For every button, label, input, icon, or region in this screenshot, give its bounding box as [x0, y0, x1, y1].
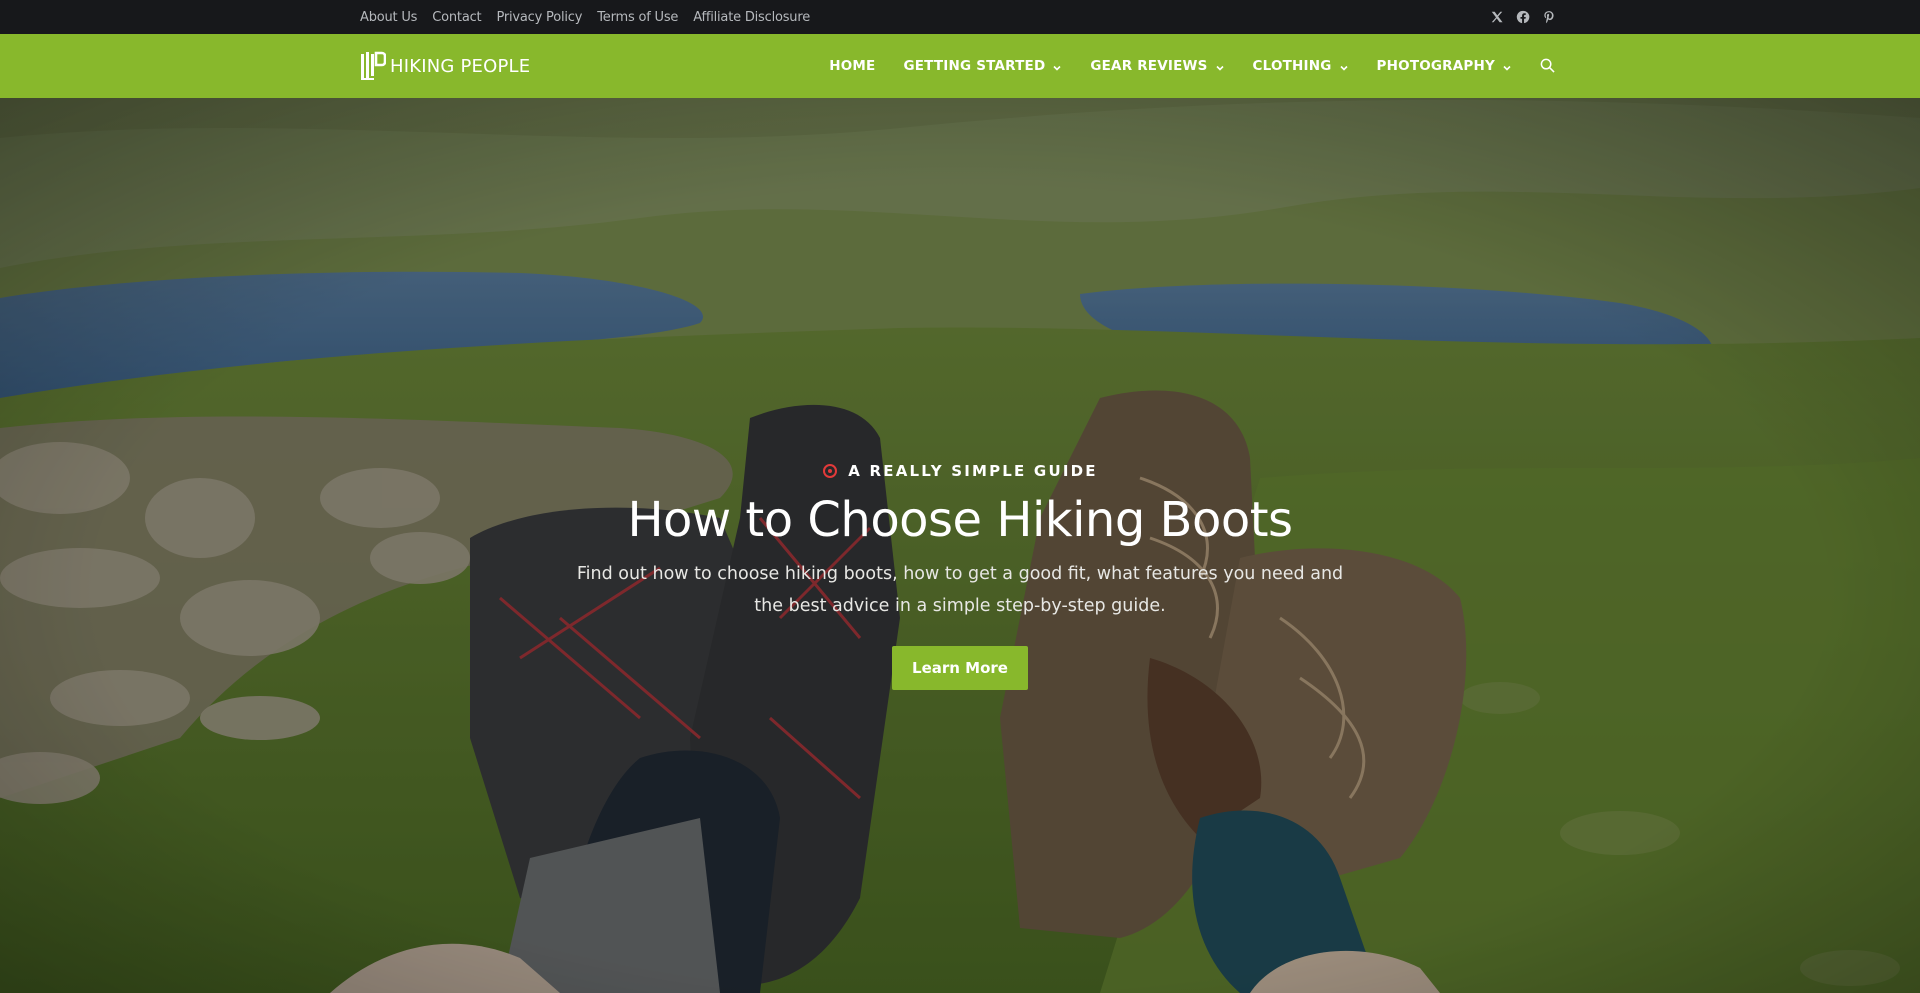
- nav-item-label: GEAR REVIEWS: [1090, 58, 1208, 74]
- hero-section: A REALLY SIMPLE GUIDE How to Choose Hiki…: [0, 98, 1920, 993]
- primary-menu: HOME GETTING STARTED GEAR REVIEWS CLOTHI…: [801, 58, 1560, 74]
- nav-item-label: GETTING STARTED: [903, 58, 1046, 74]
- logo-mark-icon: [360, 51, 387, 81]
- nav-item-photography[interactable]: PHOTOGRAPHY: [1377, 58, 1512, 74]
- chevron-down-icon: [1052, 61, 1062, 71]
- hero-content: A REALLY SIMPLE GUIDE How to Choose Hiki…: [0, 462, 1920, 690]
- chevron-down-icon: [1339, 61, 1349, 71]
- learn-more-button[interactable]: Learn More: [892, 646, 1028, 690]
- contact-link[interactable]: Contact: [432, 10, 481, 25]
- hero-eyebrow: A REALLY SIMPLE GUIDE: [822, 462, 1097, 480]
- terms-of-use-link[interactable]: Terms of Use: [597, 10, 678, 25]
- chevron-down-icon: [1215, 61, 1225, 71]
- facebook-icon[interactable]: [1516, 10, 1530, 24]
- x-icon[interactable]: [1490, 10, 1504, 24]
- map-pin-icon: [822, 463, 838, 479]
- utility-links: About Us Contact Privacy Policy Terms of…: [360, 10, 810, 25]
- logo-text: HIKING PEOPLE: [390, 55, 531, 77]
- hero-description: Find out how to choose hiking boots, how…: [576, 564, 1344, 616]
- nav-item-label: CLOTHING: [1252, 58, 1332, 74]
- pinterest-icon[interactable]: [1542, 10, 1556, 24]
- main-navigation: HIKING PEOPLE HOME GETTING STARTED GEAR …: [0, 34, 1920, 98]
- social-links: [1490, 10, 1556, 24]
- search-icon[interactable]: [1540, 58, 1556, 74]
- nav-item-label: HOME: [829, 58, 876, 74]
- chevron-down-icon: [1502, 61, 1512, 71]
- nav-item-getting-started[interactable]: GETTING STARTED: [903, 58, 1062, 74]
- affiliate-disclosure-link[interactable]: Affiliate Disclosure: [693, 10, 810, 25]
- about-us-link[interactable]: About Us: [360, 10, 417, 25]
- site-logo[interactable]: HIKING PEOPLE: [360, 51, 530, 81]
- hero-eyebrow-text: A REALLY SIMPLE GUIDE: [848, 462, 1098, 480]
- nav-item-label: PHOTOGRAPHY: [1376, 58, 1495, 74]
- nav-item-home[interactable]: HOME: [829, 58, 875, 74]
- nav-item-gear-reviews[interactable]: GEAR REVIEWS: [1090, 58, 1224, 74]
- privacy-policy-link[interactable]: Privacy Policy: [496, 10, 582, 25]
- nav-item-clothing[interactable]: CLOTHING: [1253, 58, 1349, 74]
- utility-bar: About Us Contact Privacy Policy Terms of…: [0, 0, 1920, 34]
- hero-title: How to Choose Hiking Boots: [627, 492, 1293, 548]
